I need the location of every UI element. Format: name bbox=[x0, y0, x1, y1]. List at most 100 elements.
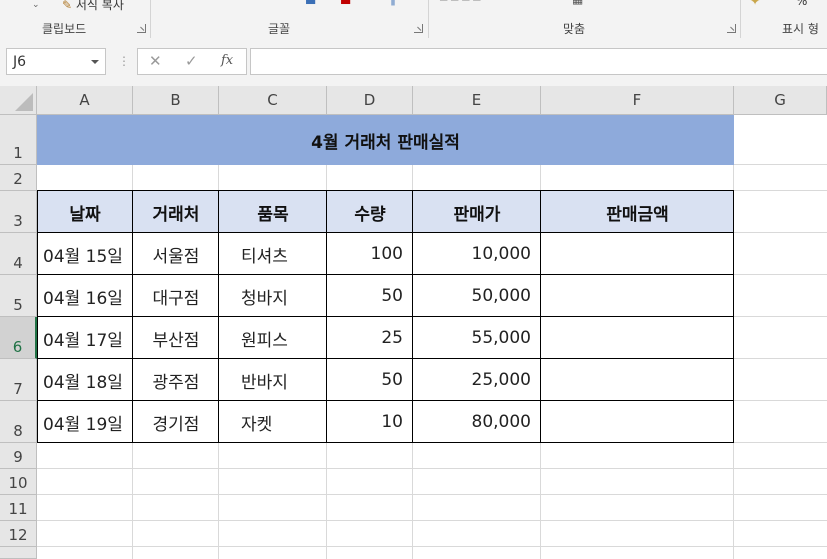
cell-price[interactable]: 10,000 bbox=[413, 233, 541, 275]
currency-icon[interactable]: ✦ bbox=[750, 0, 760, 8]
cell-client[interactable]: 대구점 bbox=[133, 275, 219, 317]
cancel-icon[interactable]: ✕ bbox=[149, 52, 162, 70]
header-amount[interactable]: 판매금액 bbox=[541, 191, 734, 233]
row-header-4[interactable]: 4 bbox=[0, 233, 37, 275]
percent-button[interactable]: % bbox=[796, 0, 807, 8]
table-border bbox=[37, 274, 734, 275]
row-header-8[interactable]: 8 bbox=[0, 401, 37, 443]
row-header-5[interactable]: 5 bbox=[0, 275, 37, 317]
cell-client[interactable]: 서울점 bbox=[133, 233, 219, 275]
table-border bbox=[37, 358, 734, 359]
cell-amount[interactable] bbox=[541, 275, 734, 317]
row-header-7[interactable]: 7 bbox=[0, 359, 37, 401]
sheet-title-cell[interactable]: 4월 거래처 판매실적 bbox=[37, 115, 734, 165]
font-launcher-icon[interactable] bbox=[414, 24, 423, 33]
group-alignment: 맞춤 bbox=[563, 22, 586, 36]
cell-amount[interactable] bbox=[541, 233, 734, 275]
header-item[interactable]: 품목 bbox=[219, 191, 327, 233]
phonetic-icon[interactable]: ∥ bbox=[390, 0, 396, 6]
cell-qty[interactable]: 100 bbox=[327, 233, 413, 275]
paintbrush-icon: ✎ bbox=[62, 0, 73, 12]
row-header-10[interactable]: 10 bbox=[0, 469, 37, 495]
cell-client[interactable]: 경기점 bbox=[133, 401, 219, 443]
group-clipboard: 클립보드 bbox=[42, 22, 87, 36]
cell-date[interactable]: 04월 19일 bbox=[37, 401, 133, 443]
alignment-launcher-icon[interactable] bbox=[727, 24, 736, 33]
select-all-button[interactable] bbox=[0, 86, 37, 115]
format-painter-button[interactable]: ✎ 서식 복사 bbox=[62, 0, 124, 12]
formula-bar-area: J6 ⋮ ✕ ✓ fx bbox=[0, 40, 827, 86]
drag-handle-icon[interactable]: ⋮ bbox=[118, 54, 130, 68]
cell-date[interactable]: 04월 17일 bbox=[37, 317, 133, 359]
column-header-a[interactable]: A bbox=[37, 86, 133, 115]
cell-date[interactable]: 04월 16일 bbox=[37, 275, 133, 317]
column-header-b[interactable]: B bbox=[133, 86, 219, 115]
table-border bbox=[218, 190, 219, 443]
chevron-down-icon[interactable] bbox=[91, 60, 99, 64]
column-header-d[interactable]: D bbox=[327, 86, 413, 115]
ribbon-divider bbox=[428, 0, 429, 38]
row-header-2[interactable]: 2 bbox=[0, 165, 37, 191]
cell-amount[interactable] bbox=[541, 401, 734, 443]
column-header-c[interactable]: C bbox=[219, 86, 327, 115]
worksheet-grid[interactable]: A B C D E F G 1 2 3 4 5 6 7 8 9 10 11 12… bbox=[0, 86, 827, 559]
cell-client[interactable]: 광주점 bbox=[133, 359, 219, 401]
align-icons[interactable]: ═ ═ ═ ═ bbox=[440, 0, 480, 6]
font-color-icon[interactable]: ▬ bbox=[340, 0, 351, 8]
table-border bbox=[37, 190, 734, 191]
cell-item[interactable]: 원피스 bbox=[219, 317, 327, 359]
cell-price[interactable]: 25,000 bbox=[413, 359, 541, 401]
cell-qty[interactable]: 50 bbox=[327, 359, 413, 401]
table-border bbox=[326, 190, 327, 443]
gridline bbox=[37, 546, 827, 547]
merge-center-icon[interactable]: ▦ bbox=[572, 0, 583, 6]
header-client[interactable]: 거래처 bbox=[133, 191, 219, 233]
column-header-e[interactable]: E bbox=[413, 86, 541, 115]
column-header-g[interactable]: G bbox=[734, 86, 827, 115]
cell-price[interactable]: 50,000 bbox=[413, 275, 541, 317]
cell-qty[interactable]: 50 bbox=[327, 275, 413, 317]
row-header-13[interactable] bbox=[0, 547, 37, 559]
header-price[interactable]: 판매가 bbox=[413, 191, 541, 233]
gridline bbox=[37, 520, 827, 521]
row-header-6[interactable]: 6 bbox=[0, 317, 37, 359]
header-qty[interactable]: 수량 bbox=[327, 191, 413, 233]
ribbon-divider bbox=[150, 0, 151, 38]
table-border bbox=[37, 400, 734, 401]
cell-item[interactable]: 티셔츠 bbox=[219, 233, 327, 275]
cell-date[interactable]: 04월 15일 bbox=[37, 233, 133, 275]
table-border bbox=[37, 316, 734, 317]
table-border bbox=[132, 190, 133, 443]
row-header-12[interactable]: 12 bbox=[0, 521, 37, 547]
table-border bbox=[37, 232, 734, 233]
row-header-3[interactable]: 3 bbox=[0, 191, 37, 233]
fill-color-icon[interactable]: ▬ bbox=[305, 0, 316, 8]
formula-buttons: ✕ ✓ fx bbox=[137, 48, 247, 75]
insert-function-icon[interactable]: fx bbox=[221, 53, 233, 68]
header-date[interactable]: 날짜 bbox=[37, 191, 133, 233]
name-box[interactable]: J6 bbox=[6, 48, 106, 75]
cell-client[interactable]: 부산점 bbox=[133, 317, 219, 359]
cell-amount[interactable] bbox=[541, 317, 734, 359]
clipboard-launcher-icon[interactable] bbox=[137, 24, 146, 33]
row-header-11[interactable]: 11 bbox=[0, 495, 37, 521]
formula-input[interactable] bbox=[250, 48, 827, 75]
table-border bbox=[733, 190, 734, 443]
cell-amount[interactable] bbox=[541, 359, 734, 401]
enter-check-icon[interactable]: ✓ bbox=[185, 52, 198, 70]
row-header-9[interactable]: 9 bbox=[0, 443, 37, 469]
table-border bbox=[37, 442, 734, 443]
chevron-down-icon[interactable]: ⌄ bbox=[32, 0, 40, 12]
column-header-f[interactable]: F bbox=[541, 86, 734, 115]
cell-qty[interactable]: 25 bbox=[327, 317, 413, 359]
cell-price[interactable]: 55,000 bbox=[413, 317, 541, 359]
cell-price[interactable]: 80,000 bbox=[413, 401, 541, 443]
cell-date[interactable]: 04월 18일 bbox=[37, 359, 133, 401]
cell-qty[interactable]: 10 bbox=[327, 401, 413, 443]
table-border bbox=[540, 190, 541, 443]
cell-item[interactable]: 자켓 bbox=[219, 401, 327, 443]
row-header-1[interactable]: 1 bbox=[0, 115, 37, 165]
ribbon-divider bbox=[740, 0, 741, 38]
cell-item[interactable]: 반바지 bbox=[219, 359, 327, 401]
cell-item[interactable]: 청바지 bbox=[219, 275, 327, 317]
